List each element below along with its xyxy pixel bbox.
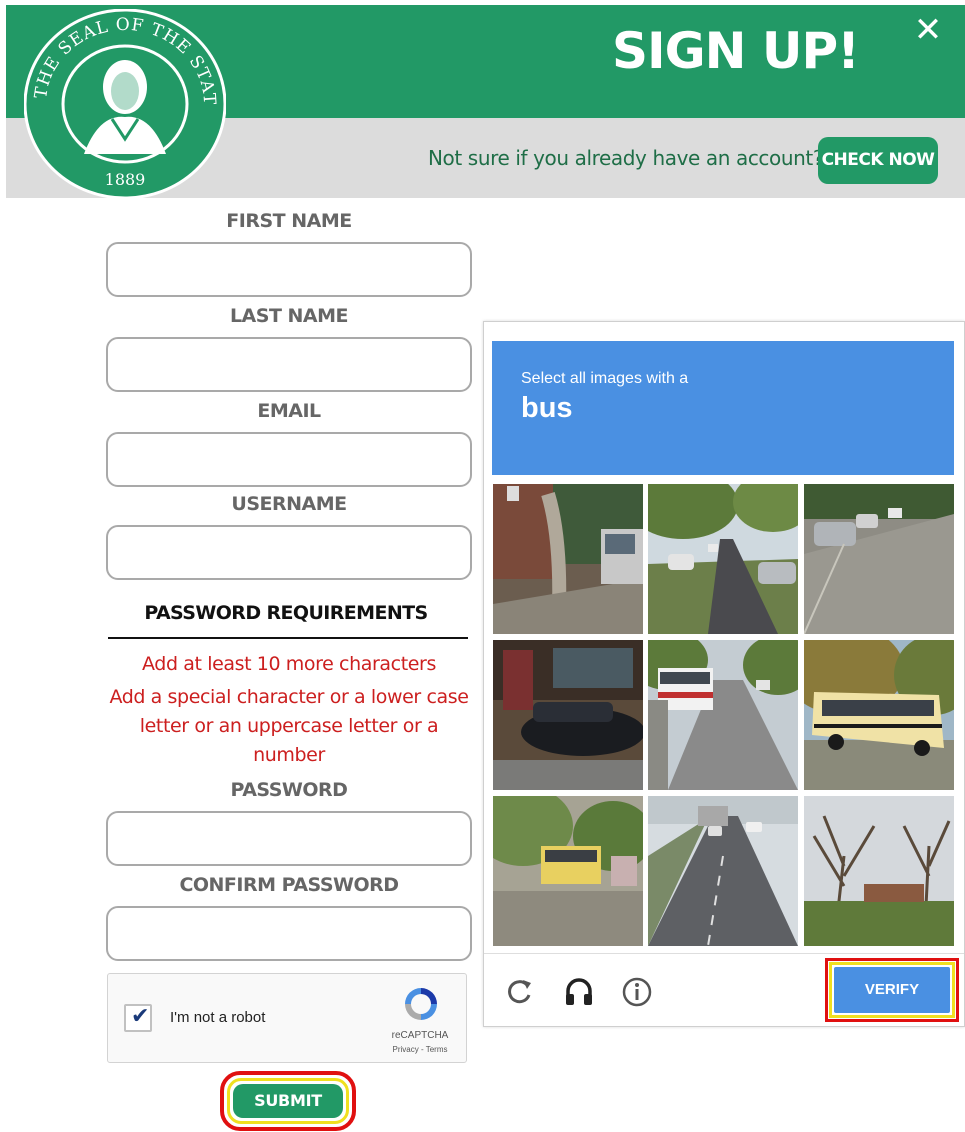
requirement-length: Add at least 10 more characters	[142, 653, 436, 675]
info-icon[interactable]	[620, 975, 654, 1009]
account-prompt: Not sure if you already have an account?	[428, 146, 824, 170]
verify-highlight-inner: VERIFY	[829, 962, 955, 1018]
confirm-password-label: CONFIRM PASSWORD	[179, 874, 399, 896]
captcha-footer-divider	[484, 953, 964, 954]
tile-image-tree-street	[648, 484, 798, 634]
tile-image-street-bus	[648, 640, 798, 790]
captcha-tile-7[interactable]	[493, 796, 643, 946]
washington-seal-logo: THE SEAL OF THE STATE OF WASHINGTON 1889	[24, 9, 226, 199]
recaptcha-checkbox[interactable]: ✔	[124, 1004, 152, 1032]
seal-year: 1889	[105, 170, 146, 189]
recaptcha-links[interactable]: Privacy - Terms	[380, 1045, 460, 1054]
tile-image-storefront-car	[493, 640, 643, 790]
close-icon[interactable]: ✕	[908, 10, 948, 50]
password-field[interactable]	[106, 811, 472, 866]
captcha-tile-5[interactable]	[648, 640, 798, 790]
signup-modal: THE SEAL OF THE STATE OF WASHINGTON 1889…	[0, 0, 965, 1132]
password-requirements-title: PASSWORD REQUIREMENTS	[144, 602, 428, 624]
headphones-icon[interactable]	[562, 975, 596, 1009]
captcha-tile-1[interactable]	[493, 484, 643, 634]
email-field[interactable]	[106, 432, 472, 487]
captcha-tile-2[interactable]	[648, 484, 798, 634]
username-field[interactable]	[106, 525, 472, 580]
submit-highlight: SUBMIT	[220, 1071, 356, 1131]
submit-highlight-inner: SUBMIT	[227, 1078, 349, 1124]
recaptcha-label: I'm not a robot	[170, 1009, 266, 1026]
checkmark-icon: ✔	[131, 1004, 150, 1029]
captcha-tile-9[interactable]	[804, 796, 954, 946]
verify-button[interactable]: VERIFY	[834, 967, 950, 1013]
tile-image-school-bus	[804, 640, 954, 790]
username-label: USERNAME	[231, 493, 347, 515]
captcha-instruction: Select all images with a	[521, 370, 689, 387]
password-label: PASSWORD	[230, 779, 348, 801]
page-title: SIGN UP!	[612, 22, 860, 80]
last-name-label: LAST NAME	[229, 305, 349, 327]
first-name-label: FIRST NAME	[226, 210, 352, 232]
confirm-password-field[interactable]	[106, 906, 472, 961]
divider	[108, 637, 468, 639]
tile-image-parked-cars	[804, 484, 954, 634]
last-name-field[interactable]	[106, 337, 472, 392]
captcha-tile-3[interactable]	[804, 484, 954, 634]
tile-image-sidewalk	[493, 484, 643, 634]
captcha-tile-6[interactable]	[804, 640, 954, 790]
requirement-character-type: Add a special character or a lower case …	[109, 686, 469, 766]
tile-image-yellow-bus	[493, 796, 643, 946]
recaptcha-brand: reCAPTCHA	[391, 1030, 449, 1041]
submit-button[interactable]: SUBMIT	[233, 1084, 343, 1118]
captcha-target: bus	[521, 392, 573, 424]
captcha-tile-4[interactable]	[493, 640, 643, 790]
recaptcha-widget: ✔ I'm not a robot reCAPTCHA Privacy - Te…	[107, 973, 467, 1063]
captcha-tile-8[interactable]	[648, 796, 798, 946]
first-name-field[interactable]	[106, 242, 472, 297]
tile-image-highway	[648, 796, 798, 946]
tile-image-bare-trees	[804, 796, 954, 946]
verify-highlight: VERIFY	[825, 958, 959, 1022]
reload-icon[interactable]	[503, 975, 537, 1009]
recaptcha-logo-icon	[405, 988, 437, 1020]
email-label: EMAIL	[257, 400, 321, 422]
check-now-button[interactable]: CHECK NOW	[818, 137, 938, 184]
